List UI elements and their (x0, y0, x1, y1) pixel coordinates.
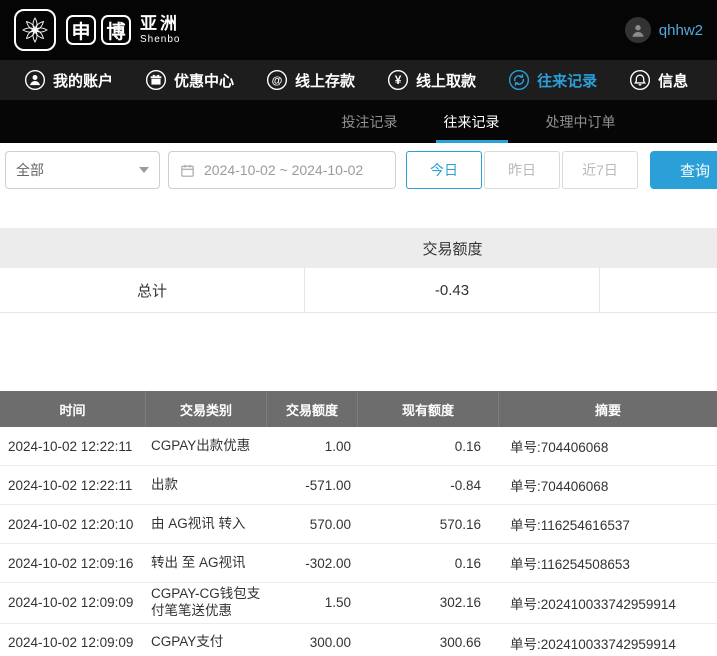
chevron-down-icon (139, 167, 149, 173)
bell-icon (629, 69, 651, 91)
top-header: 申 博 亚洲 Shenbo qhhw2 (0, 0, 717, 60)
tx-amount: -302.00 (266, 556, 357, 571)
tx-type: CGPAY支付 (145, 631, 266, 654)
tx-amount: 1.00 (266, 439, 357, 454)
summary-table: 交易额度 总计 -0.43 (0, 228, 717, 313)
page: 申 博 亚洲 Shenbo qhhw2 我的 (0, 0, 717, 656)
summary-total-label: 总计 (0, 268, 305, 312)
table-row: 2024-10-02 12:09:16 转出 至 AG视讯 -302.00 0.… (0, 544, 717, 583)
col-summary: 摘要 (498, 391, 717, 427)
col-time: 时间 (0, 391, 145, 427)
nav-label: 线上存款 (295, 70, 355, 91)
brand-char-bo: 博 (101, 15, 131, 45)
transactions-header-row: 时间 交易类别 交易额度 现有额度 摘要 (0, 391, 717, 427)
user-area: qhhw2 (625, 17, 703, 43)
tx-summary: 单号:704406068 (498, 436, 717, 456)
gift-icon (145, 69, 167, 91)
tx-amount: -571.00 (266, 478, 357, 493)
nav-label: 信息 (658, 70, 688, 91)
main-nav: 我的账户 优惠中心 @ 线上存款 ¥ 线上取款 (0, 60, 717, 100)
yesterday-button[interactable]: 昨日 (484, 151, 560, 189)
tx-type: 转出 至 AG视讯 (145, 552, 266, 575)
tx-summary: 单号:202410033742959914 (498, 633, 717, 653)
brand-logo[interactable]: 申 博 亚洲 Shenbo (14, 9, 180, 51)
nav-label: 优惠中心 (174, 70, 234, 91)
nav-label: 我的账户 (53, 70, 113, 91)
query-button[interactable]: 查询 (650, 151, 717, 189)
table-row: 2024-10-02 12:22:11 CGPAY出款优惠 1.00 0.16 … (0, 427, 717, 466)
tx-time: 2024-10-02 12:09:09 (0, 595, 145, 610)
tx-balance: 302.16 (357, 595, 498, 610)
col-amount: 交易额度 (266, 391, 357, 427)
brand-region-label: 亚洲 (140, 15, 180, 34)
tx-amount: 570.00 (266, 517, 357, 532)
transactions-table: 时间 交易类别 交易额度 现有额度 摘要 2024-10-02 12:22:11… (0, 391, 717, 656)
nav-item-online-deposit[interactable]: @ 线上存款 (266, 69, 355, 91)
tab-processing-orders[interactable]: 处理中订单 (532, 100, 630, 143)
tx-balance: 570.16 (357, 517, 498, 532)
tx-type: 由 AG视讯 转入 (145, 513, 266, 536)
nav-item-transaction-records[interactable]: 往来记录 (508, 69, 597, 91)
svg-text:¥: ¥ (395, 73, 402, 87)
nav-label: 线上取款 (416, 70, 476, 91)
filter-bar: 全部 2024-10-02 ~ 2024-10-02 今日 昨日 近7日 查询 (0, 143, 717, 198)
tx-time: 2024-10-02 12:09:16 (0, 556, 145, 571)
tx-time: 2024-10-02 12:20:10 (0, 517, 145, 532)
record-tabs: 投注记录 往来记录 处理中订单 (0, 100, 717, 143)
deposit-at-icon: @ (266, 69, 288, 91)
tab-betting-records[interactable]: 投注记录 (328, 100, 412, 143)
brand-en-label: Shenbo (140, 34, 180, 45)
svg-text:@: @ (272, 75, 283, 87)
nav-item-promotions[interactable]: 优惠中心 (145, 69, 234, 91)
tx-balance: 300.66 (357, 635, 498, 650)
tx-balance: 0.16 (357, 439, 498, 454)
withdraw-yen-icon: ¥ (387, 69, 409, 91)
tab-transaction-records[interactable]: 往来记录 (430, 100, 514, 143)
summary-total-row: 总计 -0.43 (0, 268, 717, 313)
summary-total-value: -0.43 (305, 268, 600, 312)
brand-char-shen: 申 (66, 15, 96, 45)
tx-balance: -0.84 (357, 478, 498, 493)
date-range-input[interactable]: 2024-10-02 ~ 2024-10-02 (168, 151, 396, 189)
tx-balance: 0.16 (357, 556, 498, 571)
user-avatar-icon[interactable] (625, 17, 651, 43)
tx-summary: 单号:704406068 (498, 475, 717, 495)
transfer-arrows-icon (508, 69, 530, 91)
user-icon (24, 69, 46, 91)
summary-header-row: 交易额度 (0, 228, 717, 268)
tx-type: CGPAY出款优惠 (145, 435, 266, 458)
nav-item-messages[interactable]: 信息 (629, 69, 688, 91)
table-row: 2024-10-02 12:20:10 由 AG视讯 转入 570.00 570… (0, 505, 717, 544)
summary-empty-cell (600, 268, 717, 312)
nav-item-online-withdraw[interactable]: ¥ 线上取款 (387, 69, 476, 91)
lotus-logo-icon (14, 9, 56, 51)
tx-type: CGPAY-CG钱包支付笔笔送优惠 (145, 583, 266, 623)
table-row: 2024-10-02 12:09:09 CGPAY-CG钱包支付笔笔送优惠 1.… (0, 583, 717, 624)
username[interactable]: qhhw2 (659, 22, 703, 39)
col-balance: 现有额度 (357, 391, 498, 427)
tx-type: 出款 (145, 474, 266, 497)
today-button[interactable]: 今日 (406, 151, 482, 189)
date-range-value: 2024-10-02 ~ 2024-10-02 (204, 162, 363, 178)
nav-label: 往来记录 (537, 70, 597, 91)
tx-summary: 单号:116254508653 (498, 553, 717, 573)
tx-summary: 单号:202410033742959914 (498, 593, 717, 613)
tx-time: 2024-10-02 12:22:11 (0, 439, 145, 454)
summary-header-label: 交易额度 (305, 238, 600, 259)
table-row: 2024-10-02 12:09:09 CGPAY支付 300.00 300.6… (0, 624, 717, 656)
tx-amount: 300.00 (266, 635, 357, 650)
tx-amount: 1.50 (266, 595, 357, 610)
tx-summary: 单号:116254616537 (498, 514, 717, 534)
table-row: 2024-10-02 12:22:11 出款 -571.00 -0.84 单号:… (0, 466, 717, 505)
type-select[interactable]: 全部 (5, 151, 160, 189)
nav-item-my-account[interactable]: 我的账户 (24, 69, 113, 91)
last7days-button[interactable]: 近7日 (562, 151, 638, 189)
col-type: 交易类别 (145, 391, 266, 427)
calendar-icon (179, 162, 196, 179)
tx-time: 2024-10-02 12:09:09 (0, 635, 145, 650)
type-select-value: 全部 (16, 160, 44, 180)
tx-time: 2024-10-02 12:22:11 (0, 478, 145, 493)
